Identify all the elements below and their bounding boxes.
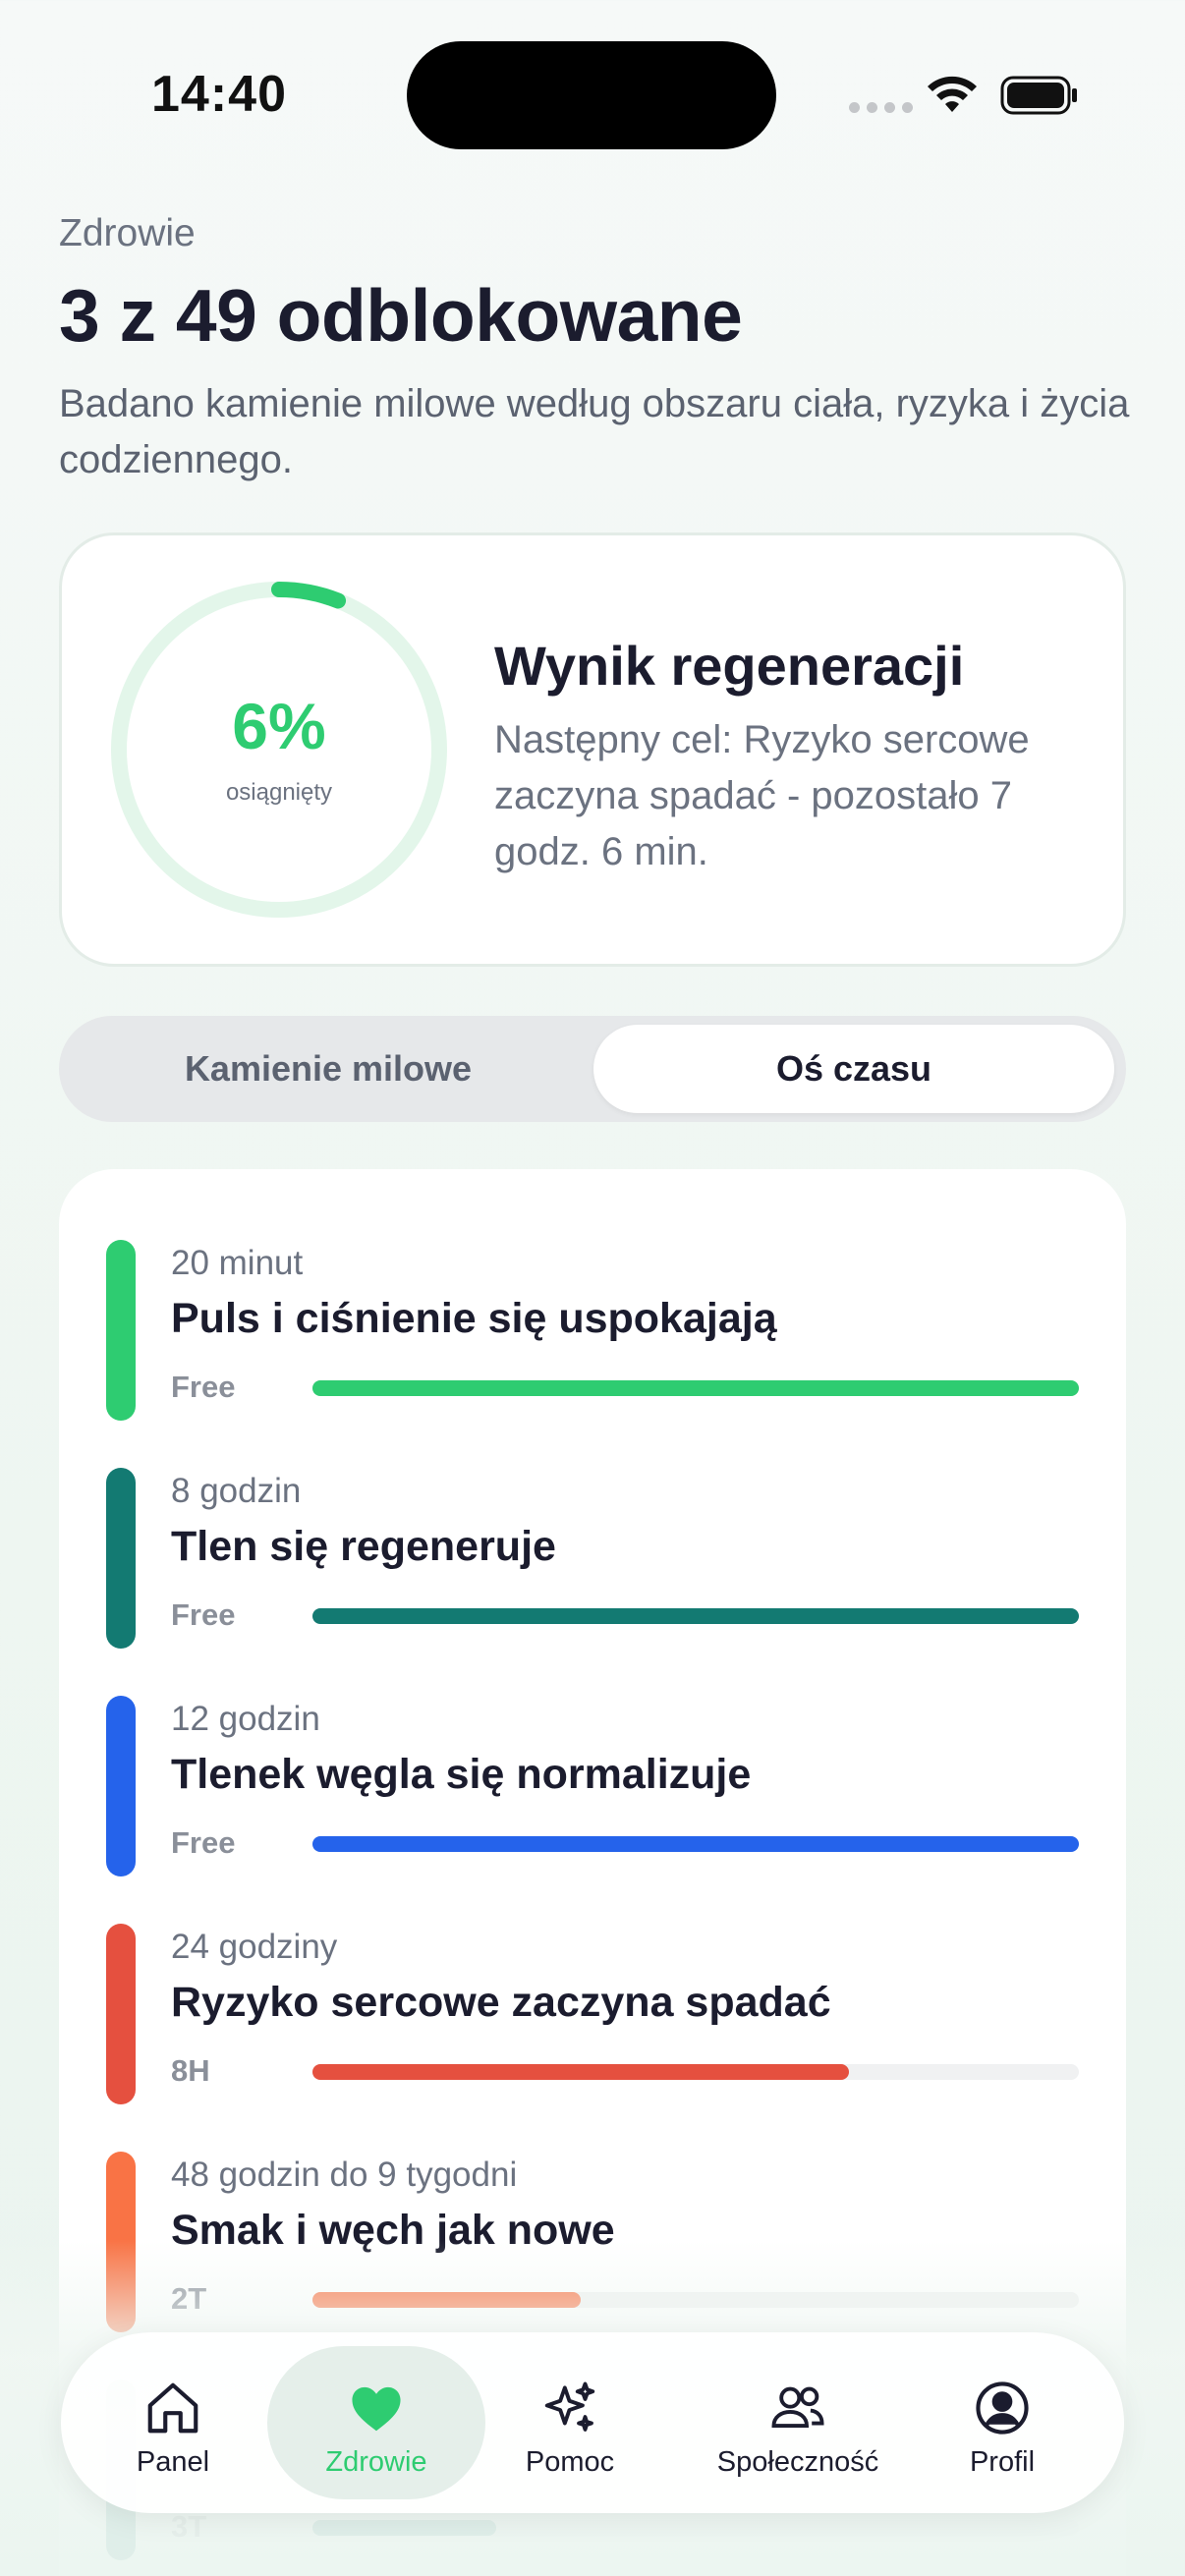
tab-timeline[interactable]: Oś czasu: [593, 1025, 1114, 1113]
score-title: Wynik regeneracji: [494, 635, 965, 697]
timeline-progress-track: [312, 1608, 1079, 1624]
home-icon: [147, 2382, 198, 2434]
timeline-time: 12 godzin: [171, 1700, 320, 1738]
status-time: 14:40: [151, 66, 287, 123]
timeline-tag: 8H: [171, 2053, 210, 2088]
timeline-color-bar: [106, 1696, 136, 1876]
timeline-tag: Free: [171, 1825, 236, 1860]
tab-zdrowie[interactable]: Zdrowie: [267, 2346, 485, 2499]
timeline-progress-fill: [312, 1608, 1079, 1624]
timeline-progress-fill: [312, 2064, 849, 2080]
timeline-progress-track: [312, 1380, 1079, 1396]
profile-icon: [976, 2381, 1029, 2435]
dynamic-island: [407, 41, 776, 149]
timeline-time: 8 godzin: [171, 1472, 302, 1510]
wifi-icon: [928, 76, 977, 112]
timeline-progress-fill: [312, 1380, 1079, 1396]
timeline-tag: Free: [171, 1370, 236, 1404]
bottom-tab-bar: Panel Zdrowie Pomoc Społeczność Profil: [61, 2332, 1124, 2513]
timeline-title: Puls i ciśnienie się uspokajają: [171, 1295, 777, 1342]
cellular-signal-icon: [849, 102, 913, 113]
tab-spolecznosc[interactable]: Społeczność: [686, 2346, 910, 2499]
timeline-progress-fill: [312, 1836, 1079, 1852]
tab-pomoc[interactable]: Pomoc: [472, 2346, 668, 2499]
timeline-color-bar: [106, 1468, 136, 1649]
timeline-item[interactable]: 20 minut Puls i ciśnienie się uspokajają F…: [59, 1240, 1126, 1428]
timeline-item[interactable]: 12 godzin Tlenek węgla się normalizuje Fre…: [59, 1696, 1126, 1884]
timeline-progress-track: [312, 2064, 1079, 2080]
people-icon: [771, 2386, 824, 2429]
section-label: Zdrowie: [59, 212, 196, 254]
score-description: Następny cel: Ryzyko sercowe zaczyna spa…: [494, 718, 1030, 873]
timeline-title: Tlen się regeneruje: [171, 1523, 556, 1570]
timeline-item[interactable]: 8 godzin Tlen się regeneruje Free: [59, 1468, 1126, 1656]
timeline-time: 24 godziny: [171, 1928, 338, 1966]
timeline-time: 20 minut: [171, 1244, 304, 1282]
tab-label: Pomoc: [525, 2446, 615, 2478]
tab-milestones[interactable]: Kamienie milowe: [68, 1025, 589, 1113]
page-title: 3 z 49 odblokowane: [59, 274, 743, 357]
score-percent: 6%: [232, 690, 326, 762]
battery-icon: [1000, 76, 1077, 115]
tab-label: Zdrowie: [325, 2446, 427, 2478]
tab-label: Społeczność: [716, 2446, 879, 2478]
score-sub-label: osiągnięty: [225, 779, 333, 806]
timeline-title: Tlenek węgla się normalizuje: [171, 1751, 752, 1798]
page-description: Badano kamienie milowe według obszaru ci…: [59, 382, 1130, 481]
heart-icon: [352, 2386, 401, 2432]
timeline-tag: Free: [171, 1597, 236, 1632]
timeline-progress-track: [312, 1836, 1079, 1852]
tab-profil[interactable]: Profil: [904, 2346, 1100, 2499]
timeline-title: Ryzyko sercowe zaczyna spadać: [171, 1979, 831, 2026]
view-segmented-control: Kamienie milowe Oś czasu: [59, 1016, 1126, 1122]
tab-panel[interactable]: Panel: [75, 2346, 271, 2499]
timeline-time: 48 godzin do 9 tygodni: [171, 2156, 518, 2194]
recovery-score-card: 6% osiągnięty Wynik regeneracji Następny…: [59, 532, 1126, 967]
tab-label: Profil: [969, 2446, 1036, 2478]
timeline-color-bar: [106, 1240, 136, 1421]
sparkles-icon: [544, 2381, 595, 2432]
tab-label: Panel: [136, 2446, 210, 2478]
timeline-color-bar: [106, 1924, 136, 2104]
timeline-item[interactable]: 24 godziny Ryzyko sercowe zaczyna spadać 8…: [59, 1924, 1126, 2112]
